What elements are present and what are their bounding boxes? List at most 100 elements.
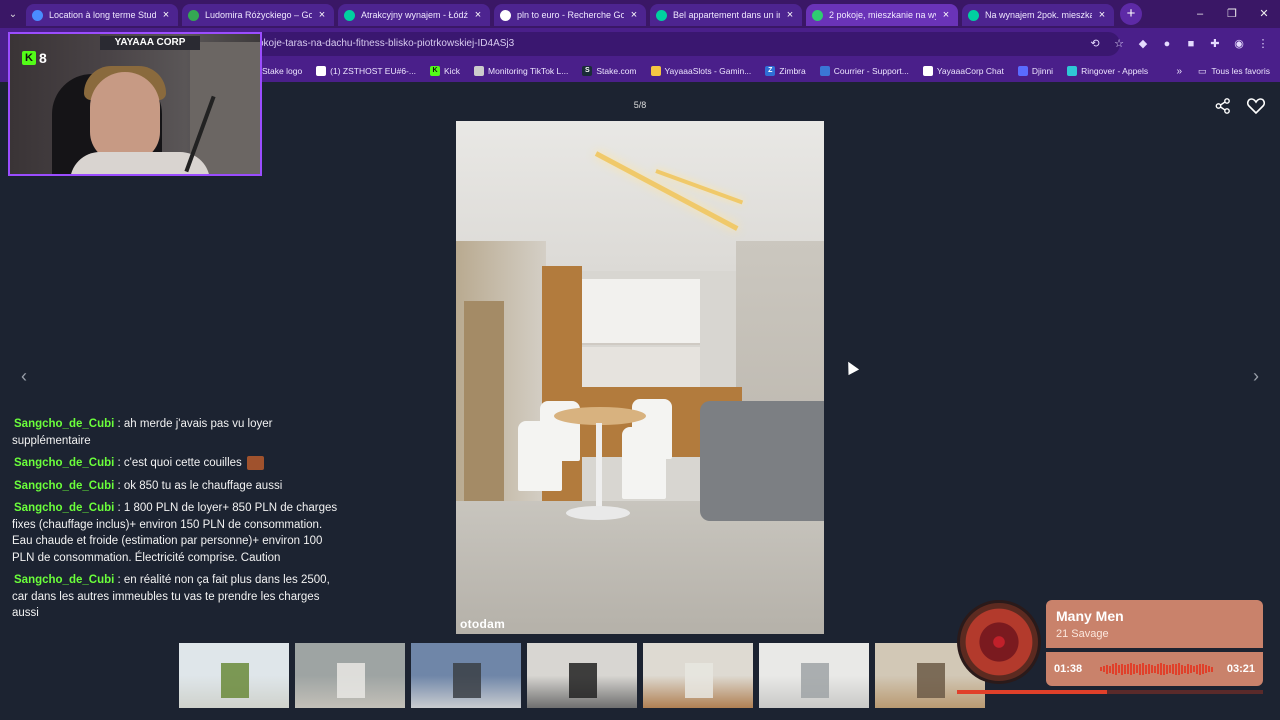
tab-favicon xyxy=(344,9,355,21)
bookmark-item[interactable]: K Kick xyxy=(429,66,461,76)
tab-favicon xyxy=(656,9,667,21)
chat-username: Sangcho_de_Cubi xyxy=(14,457,115,469)
browser-tab[interactable]: pln to euro - Recherche Google × xyxy=(494,4,646,26)
bookmark-label: (1) ZSTHOST EU#6-... xyxy=(330,66,416,76)
maximize-icon[interactable]: ❐ xyxy=(1216,0,1248,28)
tab-close-icon[interactable]: × xyxy=(1096,9,1108,21)
browser-tab[interactable]: 2 pokoje, mieszkanie na wynajem × xyxy=(806,4,958,26)
address-bar[interactable]: okoje-taras-na-dachu-fitness-blisko-piot… xyxy=(230,32,1120,56)
browser-tab[interactable]: Atrakcyjny wynajem - Łódź - sp × xyxy=(338,4,490,26)
waveform-bar xyxy=(1118,665,1120,673)
tab-close-icon[interactable]: × xyxy=(784,9,796,21)
next-photo-arrow[interactable]: › xyxy=(1246,366,1266,386)
tab-title: pln to euro - Recherche Google xyxy=(517,10,624,20)
tab-title: Bel appartement dans un imme xyxy=(673,10,780,20)
minimize-icon[interactable]: – xyxy=(1184,0,1216,28)
bookmark-label: YayaaaCorp Chat xyxy=(936,66,1004,76)
bookmark-favicon: Z xyxy=(765,66,776,76)
browser-tab[interactable]: Location à long terme Studio, 3 × xyxy=(26,4,178,26)
browser-tab[interactable]: Bel appartement dans un imme × xyxy=(650,4,802,26)
thumbnail-detail xyxy=(684,662,714,699)
bookmark-item[interactable]: Ringover - Appels xyxy=(1067,66,1148,76)
tab-search-icon[interactable]: ⌄ xyxy=(0,0,26,28)
viewer-count: 8 xyxy=(39,50,47,66)
tab-close-icon[interactable]: × xyxy=(628,9,640,21)
waveform-bar xyxy=(1202,664,1204,674)
waveform-bar xyxy=(1106,664,1108,674)
thumbnail-detail xyxy=(568,662,598,699)
tab-title: Ludomira Różyckiego – Google xyxy=(205,10,312,20)
all-bookmarks-label: Tous les favoris xyxy=(1211,66,1270,76)
bookmark-item[interactable]: Djinni xyxy=(1017,66,1054,76)
translate-icon[interactable]: ⟲ xyxy=(1086,35,1104,53)
folder-icon: ▭ xyxy=(1197,65,1207,76)
kick-viewer-badge: K 8 xyxy=(22,50,47,66)
all-bookmarks[interactable]: ▭ Tous les favoris xyxy=(1198,66,1270,77)
tab-close-icon[interactable]: × xyxy=(316,9,328,21)
chat-message: Sangcho_de_Cubi : c'est quoi cette couil… xyxy=(12,455,342,472)
profile-avatar[interactable]: ◉ xyxy=(1230,35,1248,53)
photo-thumbnail[interactable] xyxy=(527,643,637,708)
bookmarks-more[interactable]: » xyxy=(1176,66,1182,77)
webcam-overlay: YAYAAA CORP K 8 xyxy=(8,32,262,176)
menu-icon[interactable]: ⋮ xyxy=(1254,35,1272,53)
bookmark-star-icon[interactable]: ☆ xyxy=(1110,35,1128,53)
waveform xyxy=(1100,663,1216,675)
bookmark-item[interactable]: Courrier - Support... xyxy=(819,66,909,76)
bookmark-label: Djinni xyxy=(1031,66,1054,76)
chat-message: Sangcho_de_Cubi : en réalité non ça fait… xyxy=(12,572,342,622)
waveform-bar xyxy=(1142,663,1144,675)
bookmark-item[interactable]: Monitoring TikTok L... xyxy=(474,66,568,76)
tab-title: Location à long terme Studio, 3 xyxy=(49,10,156,20)
waveform-bar xyxy=(1205,665,1207,673)
waveform-bar xyxy=(1163,663,1165,675)
waveform-bar xyxy=(1100,667,1102,671)
chat-username: Sangcho_de_Cubi xyxy=(14,574,115,586)
bookmark-item[interactable]: YayaaaCorp Chat xyxy=(922,66,1004,76)
waveform-bar xyxy=(1172,664,1174,674)
bookmark-item[interactable]: Z Zimbra xyxy=(765,66,806,76)
share-icon[interactable] xyxy=(1214,97,1232,115)
song-title: Many Men xyxy=(1056,608,1124,624)
photo-thumbnail[interactable] xyxy=(179,643,289,708)
close-window-icon[interactable]: ✕ xyxy=(1248,0,1280,28)
photo-thumbnail[interactable] xyxy=(295,643,405,708)
tab-close-icon[interactable]: × xyxy=(472,9,484,21)
extension-icon[interactable]: ● xyxy=(1158,35,1176,53)
waveform-bar xyxy=(1187,664,1189,674)
puzzle-icon[interactable]: ✚ xyxy=(1206,35,1224,53)
thumbnail-detail xyxy=(452,662,482,699)
browser-tab[interactable]: Na wynajem 2pok. mieszkanie × xyxy=(962,4,1114,26)
bookmark-item[interactable]: S Stake.com xyxy=(582,66,637,76)
bookmark-favicon xyxy=(1067,66,1078,76)
tab-favicon xyxy=(188,9,199,21)
photo-thumbnail[interactable] xyxy=(643,643,753,708)
bookmark-label: YayaaaSlots - Gamin... xyxy=(664,66,752,76)
bookmark-label: Kick xyxy=(443,66,461,76)
album-art xyxy=(957,600,1041,684)
tab-close-icon[interactable]: × xyxy=(940,9,952,21)
otodam-watermark: otodam xyxy=(460,617,506,631)
heart-icon[interactable] xyxy=(1246,96,1266,116)
waveform-bar xyxy=(1139,663,1141,675)
tab-close-icon[interactable]: × xyxy=(160,9,172,21)
waveform-bar xyxy=(1133,664,1135,674)
waveform-bar xyxy=(1157,664,1159,674)
browser-tab[interactable]: Ludomira Różyckiego – Google × xyxy=(182,4,334,26)
extension-icon[interactable]: ◆ xyxy=(1134,35,1152,53)
photo-thumbnail[interactable] xyxy=(759,643,869,708)
bookmark-label: Zimbra xyxy=(779,66,806,76)
bookmark-item[interactable]: YayaaaSlots - Gamin... xyxy=(650,66,752,76)
waveform-bar xyxy=(1115,663,1117,675)
new-tab-button[interactable]: + xyxy=(1120,3,1142,25)
waveform-bar xyxy=(1148,664,1150,674)
tab-strip: ⌄ Location à long terme Studio, 3×Ludomi… xyxy=(0,0,1280,28)
extension-icon[interactable]: ■ xyxy=(1182,35,1200,53)
bookmark-favicon xyxy=(316,66,327,76)
photo-thumbnail[interactable] xyxy=(411,643,521,708)
stream-label: YAYAAA CORP xyxy=(100,36,200,50)
music-progress-fill xyxy=(957,690,1107,694)
kick-icon: K xyxy=(22,51,36,65)
previous-photo-arrow[interactable]: ‹ xyxy=(14,366,34,386)
bookmark-item[interactable]: (1) ZSTHOST EU#6-... xyxy=(316,66,416,76)
